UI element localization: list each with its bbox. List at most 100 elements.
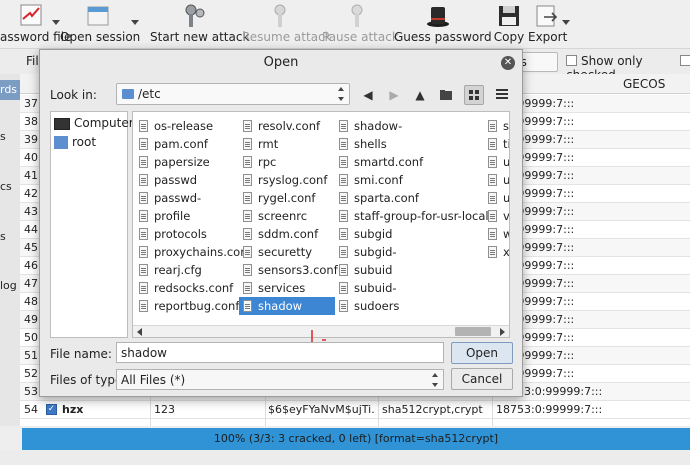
file-item[interactable]: sparta.conf	[339, 189, 419, 207]
scroll-left-icon[interactable]	[137, 328, 142, 336]
file-item[interactable]: sddm.conf	[243, 225, 318, 243]
toolbar-label: Open session	[60, 30, 141, 44]
file-item[interactable]: proxychains.conf	[139, 243, 252, 261]
file-item[interactable]: vc	[488, 207, 509, 225]
file-name-input[interactable]: shadow	[116, 342, 444, 363]
file-item[interactable]: smi.conf	[339, 171, 403, 189]
file-item[interactable]: ti	[488, 135, 509, 153]
cancel-button[interactable]: Cancel	[451, 368, 513, 390]
file-item[interactable]: sy	[488, 117, 509, 135]
file-item[interactable]: securetty	[243, 243, 312, 261]
gecos-column-header[interactable]: GECOS	[623, 77, 665, 91]
file-item[interactable]: shadow	[239, 297, 335, 315]
file-item[interactable]: os-release	[139, 117, 213, 135]
export-button[interactable]: Export	[528, 0, 567, 48]
file-item[interactable]: rpc	[243, 153, 276, 171]
export-icon	[536, 5, 558, 27]
file-item[interactable]: redsocks.conf	[139, 279, 233, 297]
start-attack-button[interactable]: Start new attack	[150, 0, 249, 48]
sidebar-item[interactable]: s	[0, 130, 20, 143]
file-name: protocols	[154, 227, 207, 241]
chevron-updown-icon	[338, 87, 345, 101]
file-item[interactable]: services	[243, 279, 305, 297]
file-item[interactable]: subuid	[339, 261, 392, 279]
file-item[interactable]: passwd-	[139, 189, 201, 207]
file-item[interactable]: staff-group-for-usr-local	[339, 207, 489, 225]
file-item[interactable]: subuid-	[339, 279, 397, 297]
files-of-type-select[interactable]: All Files (*)	[116, 369, 444, 390]
sidebar-item[interactable]: s	[0, 230, 20, 243]
file-name: securetty	[258, 245, 313, 259]
detail-view-button[interactable]	[492, 85, 512, 105]
open-button[interactable]: Open	[451, 342, 513, 364]
resume-attack-icon	[274, 4, 286, 27]
file-item[interactable]: uc	[488, 153, 509, 171]
file-item[interactable]: sudoers	[339, 297, 399, 315]
chevron-down-icon[interactable]	[52, 20, 60, 25]
password-file-button[interactable]: assword file	[0, 0, 71, 48]
chevron-down-icon[interactable]	[562, 20, 570, 25]
look-in-path: /etc	[138, 87, 161, 101]
close-icon[interactable]: ✕	[501, 56, 515, 70]
extra-checkbox[interactable]	[680, 55, 690, 66]
chevron-down-icon[interactable]	[131, 20, 139, 25]
file-item[interactable]: rygel.conf	[243, 189, 315, 207]
sidebar-item[interactable]: cs	[0, 180, 20, 193]
file-item[interactable]: rearj.cfg	[139, 261, 202, 279]
file-item[interactable]: xi	[488, 243, 509, 261]
place-root[interactable]: root	[54, 133, 96, 151]
file-item[interactable]: shells	[339, 135, 387, 153]
file-item[interactable]: papersize	[139, 153, 210, 171]
sidebar-item-label: log	[0, 279, 17, 292]
file-icon	[339, 210, 348, 222]
row-checkbox[interactable]: ✓	[46, 404, 57, 415]
place-computer[interactable]: Computer	[54, 114, 134, 132]
file-item[interactable]: subgid	[339, 225, 392, 243]
file-name: sy	[503, 119, 509, 133]
new-folder-icon	[440, 90, 452, 100]
sidebar-item[interactable]: log	[0, 279, 20, 292]
file-item[interactable]: shadow-	[339, 117, 402, 135]
open-session-button[interactable]: Open session	[60, 0, 141, 48]
file-name-value: shadow	[121, 346, 167, 360]
file-item[interactable]: sensors3.conf	[243, 261, 338, 279]
file-icon	[339, 246, 348, 258]
left-sidebar: rds s cs s log	[0, 74, 20, 426]
copy-button[interactable]: Copy	[492, 0, 526, 48]
sidebar-item-passwords[interactable]: rds	[0, 80, 20, 100]
file-name: us	[503, 191, 510, 205]
file-item[interactable]: profile	[139, 207, 190, 225]
gecos-cell: 3:0:99999:7:::	[496, 349, 575, 362]
file-item[interactable]: resolv.conf	[243, 117, 320, 135]
scrollbar-thumb[interactable]	[455, 327, 491, 336]
gecos-cell: 3:0:99999:7:::	[496, 277, 575, 290]
pause-attack-button[interactable]: Pause attack	[322, 0, 399, 48]
file-item[interactable]: protocols	[139, 225, 207, 243]
file-item[interactable]: rsyslog.conf	[243, 171, 327, 189]
file-item[interactable]: w	[488, 225, 509, 243]
look-in-select[interactable]: /etc	[116, 83, 350, 105]
resume-attack-button[interactable]: Resume attack	[242, 0, 332, 48]
file-item[interactable]: reportbug.conf	[139, 297, 239, 315]
file-item[interactable]: pam.conf	[139, 135, 208, 153]
file-item[interactable]: subgid-	[339, 243, 397, 261]
file-icon	[488, 228, 497, 240]
show-only-checked-checkbox[interactable]	[566, 55, 577, 66]
guess-password-button[interactable]: Guess password	[394, 0, 492, 48]
hash-cell: $6$eyFYaNvM$ujTi...	[268, 403, 376, 416]
toolbar-label: Guess password	[394, 30, 492, 44]
parent-directory-button[interactable]: ▲	[410, 85, 430, 105]
icon-view-button[interactable]	[464, 85, 484, 105]
back-button[interactable]: ◀	[358, 85, 378, 105]
file-item[interactable]: smartd.conf	[339, 153, 423, 171]
file-item[interactable]: up	[488, 171, 509, 189]
scroll-right-icon[interactable]	[500, 328, 505, 336]
file-item[interactable]: screenrc	[243, 207, 307, 225]
file-icon	[488, 192, 497, 204]
file-item[interactable]: passwd	[139, 171, 197, 189]
new-folder-button[interactable]	[436, 85, 456, 105]
file-item[interactable]: rmt	[243, 135, 278, 153]
forward-button[interactable]: ▶	[384, 85, 404, 105]
file-item[interactable]: us	[488, 189, 510, 207]
table-row[interactable]: 54 ✓ hzx 123 $6$eyFYaNvM$ujTi... sha512crypt,…	[20, 401, 690, 419]
